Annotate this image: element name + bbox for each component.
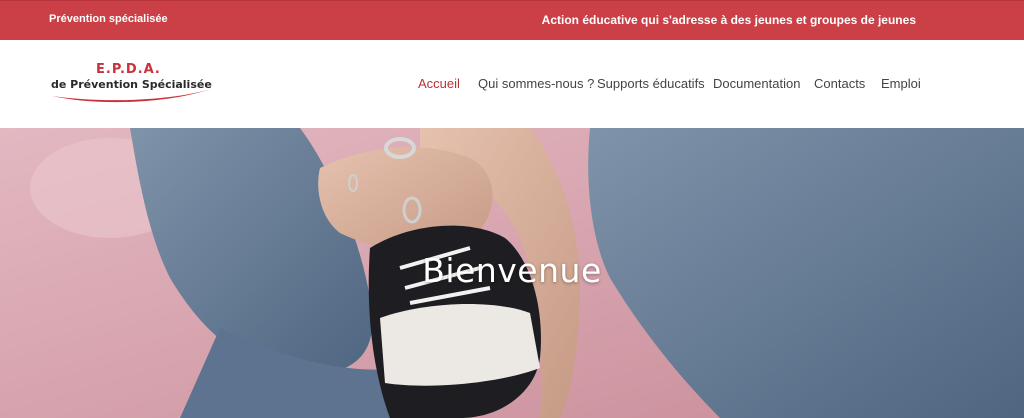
nav-item-documentation[interactable]: Documentation bbox=[713, 76, 800, 91]
logo-swoosh-icon bbox=[52, 88, 214, 103]
nav-item-qui-sommes-nous[interactable]: Qui sommes-nous ? bbox=[478, 76, 594, 91]
hero-title: Bienvenue bbox=[422, 251, 602, 290]
hero-banner: Bienvenue bbox=[0, 128, 1024, 418]
site-logo[interactable]: E.P.D.A. de Prévention Spécialisée bbox=[48, 62, 218, 108]
nav-item-contacts[interactable]: Contacts bbox=[814, 76, 865, 91]
logo-abbreviation: E.P.D.A. bbox=[96, 62, 161, 77]
site-header: E.P.D.A. de Prévention Spécialisée Accue… bbox=[0, 40, 1024, 128]
top-bar-tagline-right: Action éducative qui s'adresse à des jeu… bbox=[541, 13, 916, 27]
top-bar-tagline-left: Prévention spécialisée bbox=[49, 13, 168, 25]
nav-item-accueil[interactable]: Accueil bbox=[418, 76, 460, 91]
nav-item-emploi[interactable]: Emploi bbox=[881, 76, 921, 91]
nav-item-supports-educatifs[interactable]: Supports éducatifs bbox=[597, 76, 705, 91]
top-bar: Prévention spécialisée Action éducative … bbox=[0, 0, 1024, 40]
